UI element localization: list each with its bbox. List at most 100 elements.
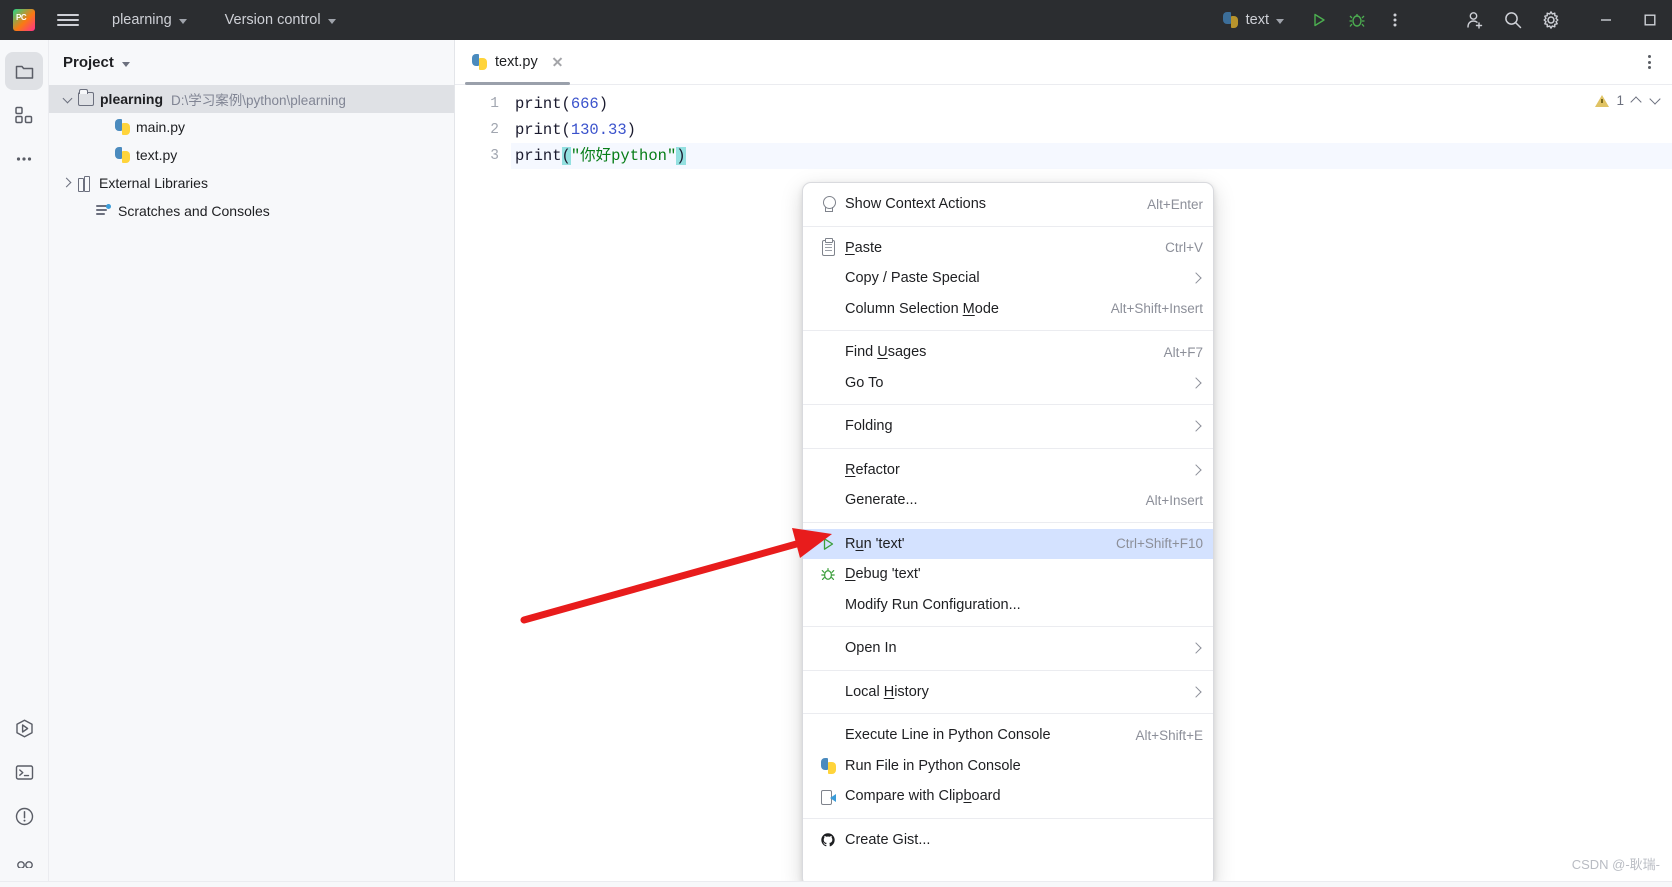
- menu-item-label: Column Selection Mode: [845, 300, 999, 317]
- tree-node-label: Scratches and Consoles: [118, 203, 270, 219]
- menu-item-refactor[interactable]: Refactor: [803, 455, 1213, 486]
- chevron-closed-icon[interactable]: [61, 176, 75, 190]
- menu-separator: [803, 817, 1213, 819]
- menu-item-go-to[interactable]: Go To: [803, 368, 1213, 399]
- chevron-right-icon: [1191, 464, 1203, 476]
- code-line[interactable]: print(666): [511, 91, 1672, 117]
- debug-button[interactable]: [1338, 0, 1376, 40]
- chevron-open-icon[interactable]: [61, 92, 75, 106]
- project-panel-header[interactable]: Project: [49, 40, 454, 81]
- sidebar-item-run[interactable]: [6, 709, 44, 747]
- tree-node-label: plearning: [100, 91, 164, 107]
- menu-separator: [803, 521, 1213, 523]
- sidebar-item-profiler[interactable]: [6, 841, 44, 879]
- sidebar-item-structure[interactable]: [5, 96, 43, 134]
- menu-item-label: Open In: [845, 640, 897, 657]
- run-green-icon: [819, 536, 837, 552]
- menu-item-create-gist[interactable]: Create Gist...: [803, 825, 1213, 856]
- menu-item-show-context-actions[interactable]: Show Context Actions Alt+Enter: [803, 189, 1213, 220]
- project-tool-window: Project plearning D:\学习案例\python\plearnin…: [49, 40, 455, 887]
- code-line[interactable]: print(130.33): [511, 117, 1672, 143]
- tree-node[interactable]: main.py: [49, 113, 454, 141]
- project-selector[interactable]: plearning: [107, 9, 192, 31]
- menu-item-label: Execute Line in Python Console: [845, 727, 1051, 744]
- menu-item-find-usages[interactable]: Find Usages Alt+F7: [803, 337, 1213, 368]
- menu-item-label: Generate...: [845, 492, 918, 509]
- tree-node[interactable]: text.py: [49, 141, 454, 169]
- menu-item-generate[interactable]: Generate... Alt+Insert: [803, 485, 1213, 516]
- menu-item-label: Debug 'text': [845, 566, 921, 583]
- minimize-button[interactable]: [1584, 0, 1628, 40]
- menu-item-modify-run-configuration[interactable]: Modify Run Configuration...: [803, 590, 1213, 621]
- menu-item-run-text[interactable]: Run 'text' Ctrl+Shift+F10: [803, 528, 1213, 559]
- close-icon[interactable]: [550, 54, 566, 70]
- lightbulb-icon: [819, 196, 837, 213]
- menu-separator: [803, 447, 1213, 449]
- run-configuration-selector[interactable]: text: [1215, 8, 1292, 32]
- version-control-menu[interactable]: Version control: [220, 9, 341, 31]
- menu-item-label: Show Context Actions: [845, 196, 987, 213]
- add-user-button[interactable]: [1456, 0, 1494, 40]
- code-content[interactable]: print(666) print(130.33) print("你好python"): [511, 91, 1672, 169]
- more-actions-button[interactable]: [1376, 0, 1414, 40]
- menu-separator: [803, 225, 1213, 227]
- run-button[interactable]: [1300, 0, 1338, 40]
- editor-tab-options-icon[interactable]: [1640, 53, 1658, 71]
- sidebar-item-terminal[interactable]: [6, 753, 44, 791]
- main-menu-icon[interactable]: [57, 9, 79, 31]
- line-number-gutter: 1 2 3: [455, 85, 511, 887]
- tab-text-py[interactable]: text.py: [455, 40, 580, 85]
- sidebar-item-problems[interactable]: [6, 797, 44, 835]
- python-file-icon: [819, 757, 837, 774]
- tree-node[interactable]: plearning D:\学习案例\python\plearning: [49, 85, 454, 113]
- settings-button[interactable]: [1532, 0, 1570, 40]
- menu-item-compare-with-clipboard[interactable]: Compare with Clipboard: [803, 781, 1213, 812]
- sidebar-item-more-tools[interactable]: [5, 140, 43, 178]
- menu-item-label: Run File in Python Console: [845, 757, 1021, 774]
- menu-item-copy-paste-special[interactable]: Copy / Paste Special: [803, 263, 1213, 294]
- menu-item-local-history[interactable]: Local History: [803, 677, 1213, 708]
- menu-item-execute-line-in-python-console[interactable]: Execute Line in Python Console Alt+Shift+…: [803, 720, 1213, 751]
- menu-item-label: Folding: [845, 418, 893, 435]
- tree-node[interactable]: Scratches and Consoles: [49, 197, 454, 225]
- chevron-right-icon: [1191, 377, 1203, 389]
- maximize-button[interactable]: [1628, 0, 1672, 40]
- menu-item-label: Paste: [845, 239, 883, 256]
- tool-window-rail-bottom: [0, 703, 49, 879]
- csdn-watermark: CSDN @-耿瑞-: [1571, 857, 1660, 872]
- search-button[interactable]: [1494, 0, 1532, 40]
- menu-item-column-selection-mode[interactable]: Column Selection Mode Alt+Shift+Insert: [803, 294, 1213, 325]
- code-token: "你好python": [570, 147, 677, 165]
- menu-item-open-in[interactable]: Open In: [803, 633, 1213, 664]
- code-token: (: [561, 121, 571, 139]
- tab-label: text.py: [495, 54, 538, 70]
- menu-item-shortcut: Alt+Enter: [1147, 196, 1203, 212]
- code-token: 666: [570, 95, 599, 113]
- editor-context-menu[interactable]: Show Context Actions Alt+Enter Paste Ctrl+V…: [802, 182, 1214, 887]
- tree-node-label: External Libraries: [99, 175, 208, 191]
- chevron-down-icon: [327, 18, 336, 24]
- menu-item-label: Go To: [845, 374, 884, 391]
- tree-node-path: D:\学习案例\python\plearning: [171, 93, 346, 108]
- tree-node[interactable]: External Libraries: [49, 169, 454, 197]
- line-number: 1: [490, 96, 499, 112]
- sidebar-item-project[interactable]: [5, 52, 43, 90]
- menu-item-paste[interactable]: Paste Ctrl+V: [803, 233, 1213, 264]
- menu-item-run-file-in-python-console[interactable]: Run File in Python Console: [803, 751, 1213, 782]
- chevron-right-icon: [1191, 420, 1203, 432]
- menu-item-shortcut: Alt+Shift+Insert: [1110, 301, 1203, 317]
- pycharm-logo-icon: [13, 9, 35, 31]
- code-line[interactable]: print("你好python"): [511, 143, 1672, 169]
- tree-node-label: text.py: [136, 147, 178, 163]
- menu-item-label: Copy / Paste Special: [845, 270, 980, 287]
- menu-item-debug-text[interactable]: Debug 'text': [803, 559, 1213, 590]
- menu-item-shortcut: Alt+Shift+E: [1135, 727, 1203, 743]
- menu-separator: [803, 330, 1213, 331]
- code-token: ): [598, 95, 609, 113]
- menu-separator: [803, 713, 1213, 714]
- chevron-down-icon: [121, 61, 130, 67]
- menu-item-folding[interactable]: Folding: [803, 411, 1213, 442]
